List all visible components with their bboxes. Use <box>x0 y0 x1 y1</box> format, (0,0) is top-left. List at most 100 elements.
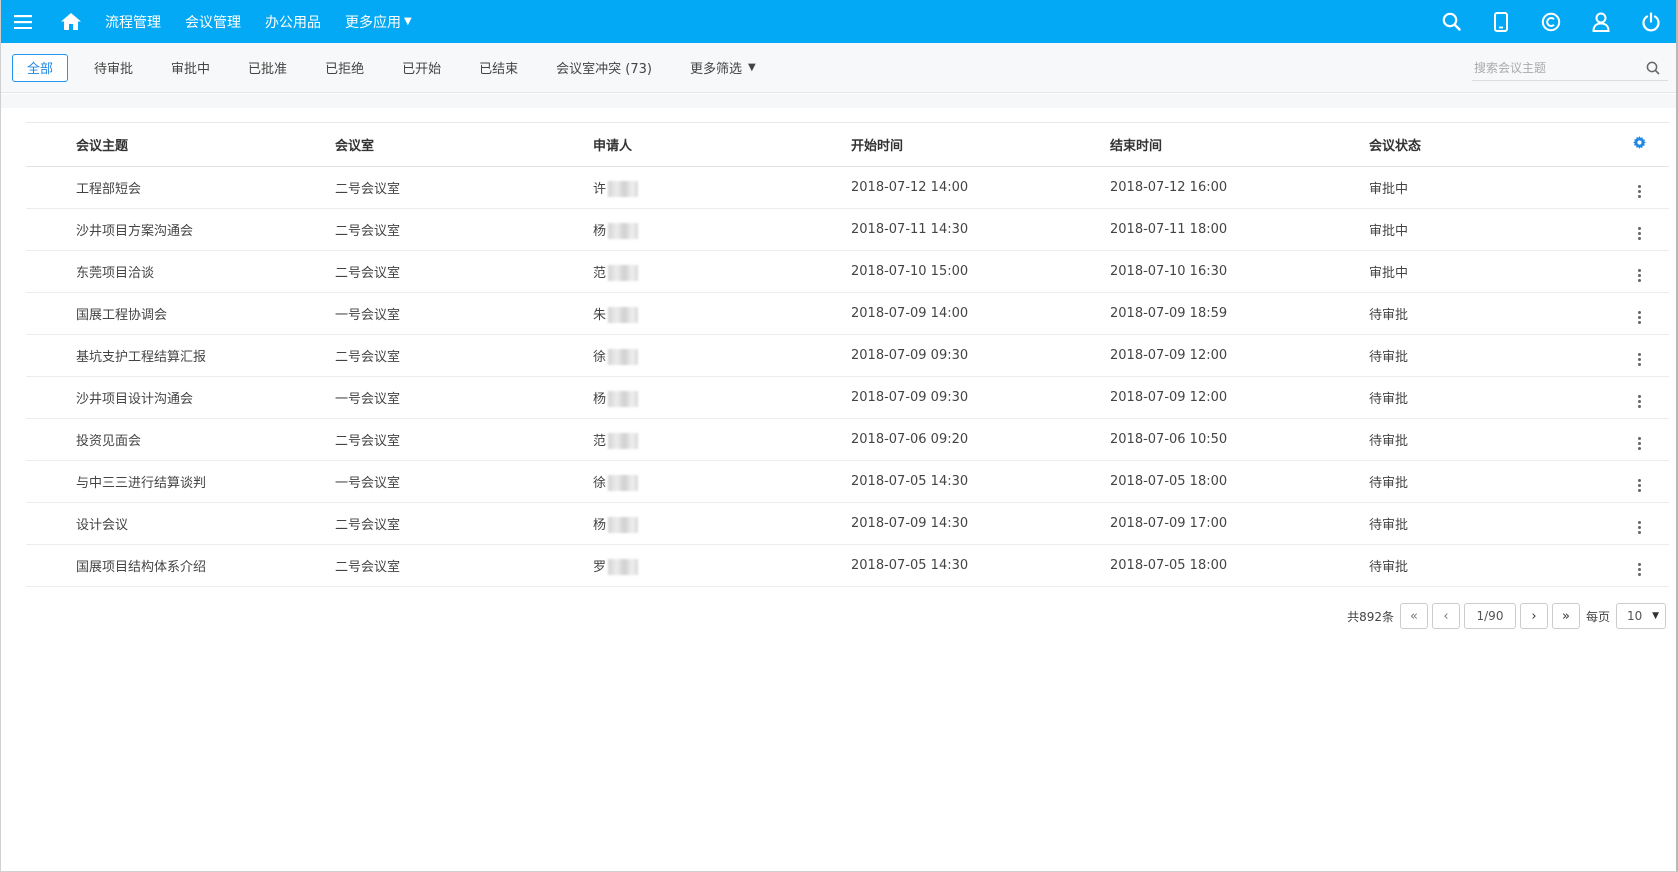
page-indicator[interactable]: 1/90 <box>1463 603 1516 629</box>
cell-room-container: 一号会议室 <box>335 460 593 503</box>
cell-start-time-container: 2018-07-05 14:30 <box>851 544 1110 587</box>
table-row[interactable]: 设计会议 二号会议室 杨 2018-07-09 14:30 2018-07-09 17:… <box>26 502 1669 545</box>
header-status: 会议状态 <box>1369 122 1609 167</box>
redacted-name-block <box>608 307 639 324</box>
mobile-icon[interactable] <box>1476 0 1526 43</box>
table-row[interactable]: 基坑支护工程结算汇报 二号会议室 徐 2018-07-09 09:30 2018-07-… <box>26 334 1669 377</box>
page-size-select[interactable]: 10 ▼ <box>1616 603 1666 629</box>
cell-end-time-container: 2018-07-09 12:00 <box>1110 334 1369 377</box>
power-icon[interactable] <box>1626 0 1676 43</box>
cell-topic[interactable]: 基坑支护工程结算汇报 <box>76 350 206 365</box>
row-actions-cell <box>1609 544 1669 587</box>
nav-meeting-management[interactable]: 会议管理 <box>173 0 253 43</box>
chevron-left-icon: ‹ <box>1443 608 1449 624</box>
cell-start-time: 2018-07-09 14:00 <box>851 306 969 321</box>
nav-office-supplies[interactable]: 办公用品 <box>253 0 333 43</box>
tab-rejected[interactable]: 已拒绝 <box>313 54 376 82</box>
more-actions-icon[interactable] <box>1637 479 1641 492</box>
table-row[interactable]: 工程部短会 二号会议室 许 2018-07-12 14:00 2018-07-12 16… <box>26 166 1669 209</box>
cell-topic-container: 沙井项目设计沟通会 <box>26 376 335 419</box>
cell-end-time: 2018-07-10 16:30 <box>1110 264 1228 279</box>
app-frame: 流程管理 会议管理 办公用品 更多应用 ▼ 全部 待审批 审批中 已批准 已拒绝… <box>0 0 1678 872</box>
cell-topic[interactable]: 与中三三进行结算谈判 <box>76 476 206 491</box>
more-actions-icon[interactable] <box>1637 395 1641 408</box>
cell-room-container: 二号会议室 <box>335 208 593 251</box>
redacted-name-block <box>608 391 639 408</box>
cell-room-container: 二号会议室 <box>335 334 593 377</box>
filter-bar: 全部 待审批 审批中 已批准 已拒绝 已开始 已结束 会议室冲突 (73) 更多… <box>1 43 1676 93</box>
cell-applicant: 徐 <box>593 475 607 491</box>
last-page-button[interactable]: » <box>1551 603 1580 629</box>
search-icon[interactable] <box>1426 0 1476 43</box>
table-row[interactable]: 国展项目结构体系介绍 二号会议室 罗 2018-07-05 14:30 2018-07-… <box>26 544 1669 587</box>
search-input[interactable] <box>1472 60 1642 75</box>
cell-status-container: 待审批 <box>1369 544 1609 587</box>
tab-in-review[interactable]: 审批中 <box>159 54 222 82</box>
tab-started[interactable]: 已开始 <box>390 54 453 82</box>
column-settings-gear-icon[interactable] <box>1609 122 1669 167</box>
home-icon[interactable] <box>49 0 93 43</box>
cell-topic[interactable]: 沙井项目方案沟通会 <box>76 224 193 239</box>
cell-status-container: 待审批 <box>1369 418 1609 461</box>
tab-pending[interactable]: 待审批 <box>82 54 145 82</box>
cell-applicant: 范 <box>593 265 607 281</box>
cell-end-time: 2018-07-09 17:00 <box>1110 516 1228 531</box>
more-actions-icon[interactable] <box>1637 437 1641 450</box>
nav-more-label: 更多应用 <box>345 14 401 31</box>
user-icon[interactable] <box>1576 0 1626 43</box>
tab-room-conflict[interactable]: 会议室冲突 (73) <box>544 54 664 82</box>
more-actions-icon[interactable] <box>1637 563 1641 576</box>
cell-topic[interactable]: 工程部短会 <box>76 182 141 197</box>
cell-applicant: 杨 <box>593 517 607 533</box>
redacted-name-block <box>608 433 639 450</box>
cell-topic[interactable]: 设计会议 <box>76 518 128 533</box>
table-row[interactable]: 沙井项目方案沟通会 二号会议室 杨 2018-07-11 14:30 2018-07-1… <box>26 208 1669 251</box>
cell-status: 待审批 <box>1369 434 1409 449</box>
prev-page-button[interactable]: ‹ <box>1431 603 1460 629</box>
tab-approved[interactable]: 已批准 <box>236 54 299 82</box>
table-row[interactable]: 投资见面会 二号会议室 范 2018-07-06 09:20 2018-07-06 10… <box>26 418 1669 461</box>
table-row[interactable]: 沙井项目设计沟通会 一号会议室 杨 2018-07-09 09:30 2018-07-0… <box>26 376 1669 419</box>
cell-applicant: 范 <box>593 433 607 449</box>
cell-topic[interactable]: 国展项目结构体系介绍 <box>76 560 206 575</box>
cell-topic[interactable]: 投资见面会 <box>76 434 141 449</box>
cell-topic[interactable]: 沙井项目设计沟通会 <box>76 392 193 407</box>
row-actions-cell <box>1609 418 1669 461</box>
more-actions-icon[interactable] <box>1637 269 1641 282</box>
cell-topic-container: 东莞项目洽谈 <box>26 250 335 293</box>
cell-topic[interactable]: 国展工程协调会 <box>76 308 167 323</box>
tab-all[interactable]: 全部 <box>12 53 69 82</box>
cell-room: 二号会议室 <box>335 182 401 197</box>
cell-topic-container: 与中三三进行结算谈判 <box>26 460 335 503</box>
cell-status: 待审批 <box>1369 308 1409 323</box>
more-filters-dropdown[interactable]: 更多筛选 ▼ <box>678 54 768 82</box>
more-actions-icon[interactable] <box>1637 185 1641 198</box>
cell-status: 审批中 <box>1369 266 1409 281</box>
copyright-icon[interactable] <box>1526 0 1576 43</box>
search-box <box>1472 55 1668 81</box>
row-actions-cell <box>1609 502 1669 545</box>
table-row[interactable]: 东莞项目洽谈 二号会议室 范 2018-07-10 15:00 2018-07-10 1… <box>26 250 1669 293</box>
hamburger-menu-icon[interactable] <box>1 0 45 43</box>
cell-start-time: 2018-07-09 09:30 <box>851 390 969 405</box>
next-page-button[interactable]: › <box>1519 603 1548 629</box>
cell-start-time-container: 2018-07-05 14:30 <box>851 460 1110 503</box>
nav-workflow[interactable]: 流程管理 <box>93 0 173 43</box>
cell-end-time: 2018-07-11 18:00 <box>1110 222 1228 237</box>
cell-topic[interactable]: 东莞项目洽谈 <box>76 266 154 281</box>
nav-more-apps[interactable]: 更多应用 ▼ <box>333 0 424 43</box>
more-actions-icon[interactable] <box>1637 227 1641 240</box>
table-row[interactable]: 与中三三进行结算谈判 一号会议室 徐 2018-07-05 14:30 2018-07-… <box>26 460 1669 503</box>
table-row[interactable]: 国展工程协调会 一号会议室 朱 2018-07-09 14:00 2018-07-09 … <box>26 292 1669 335</box>
cell-room: 二号会议室 <box>335 518 401 533</box>
more-actions-icon[interactable] <box>1637 353 1641 366</box>
tab-ended[interactable]: 已结束 <box>467 54 530 82</box>
search-icon[interactable] <box>1642 61 1664 75</box>
cell-status-container: 待审批 <box>1369 292 1609 335</box>
more-actions-icon[interactable] <box>1637 521 1641 534</box>
double-chevron-left-icon: « <box>1410 608 1418 624</box>
table-header-row: 会议主题 会议室 申请人 开始时间 结束时间 会议状态 <box>26 122 1669 167</box>
cell-applicant-container: 徐 <box>593 460 851 503</box>
more-actions-icon[interactable] <box>1637 311 1641 324</box>
first-page-button[interactable]: « <box>1399 603 1428 629</box>
